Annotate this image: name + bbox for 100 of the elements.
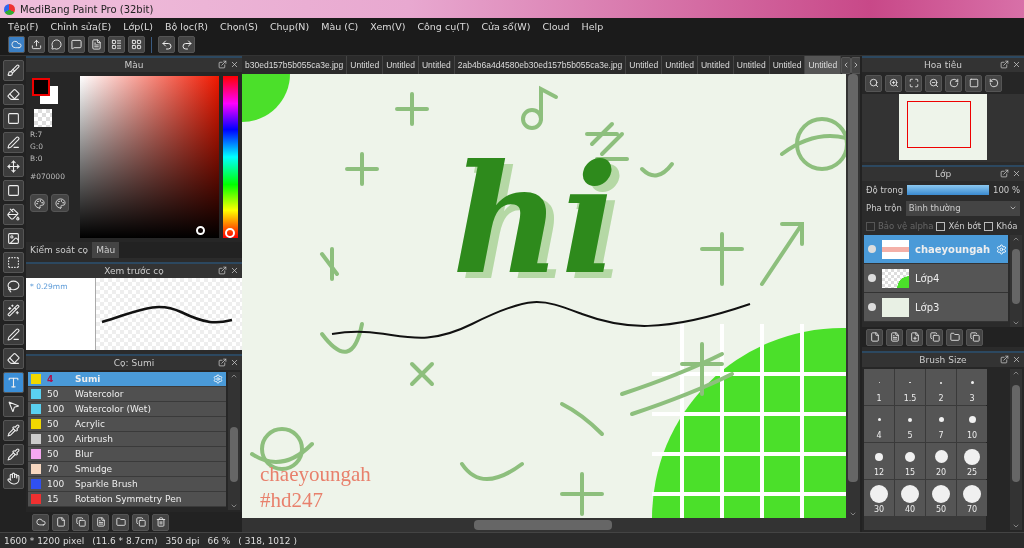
close-icon[interactable] <box>1012 60 1021 69</box>
foreground-swatch[interactable] <box>32 78 50 96</box>
menu-item[interactable]: Chỉnh sửa(E) <box>44 20 118 32</box>
scrollbar[interactable] <box>1010 369 1022 530</box>
brush-tool[interactable] <box>2 60 24 81</box>
brush-size-option[interactable]: 25 <box>957 443 987 479</box>
brush-row[interactable]: 100 Airbrush <box>28 432 226 447</box>
rotate-left-button[interactable] <box>985 74 1002 92</box>
horizontal-scrollbar[interactable] <box>242 518 860 532</box>
menu-item[interactable]: Công cụ(T) <box>411 20 476 32</box>
transparent-swatch[interactable] <box>34 109 52 127</box>
folder-button[interactable] <box>112 513 129 531</box>
hand-tool[interactable] <box>2 468 24 489</box>
navigator-preview[interactable] <box>899 94 987 160</box>
add-layer-button[interactable] <box>906 328 923 346</box>
rotate-right-button[interactable] <box>945 74 962 92</box>
undock-icon[interactable] <box>218 60 227 69</box>
menu-item[interactable]: Chụp(N) <box>263 20 316 32</box>
duplicate-button[interactable] <box>72 513 89 531</box>
brush-row[interactable]: 50 Blur <box>28 447 226 462</box>
zoom-out-button[interactable] <box>925 74 942 92</box>
visibility-icon[interactable] <box>868 303 876 311</box>
folder-button[interactable] <box>946 328 963 346</box>
menu-item[interactable]: Xem(V) <box>364 20 412 32</box>
brush-size-option[interactable]: 2 <box>926 369 956 405</box>
eraser-tool[interactable] <box>2 348 24 369</box>
undock-icon[interactable] <box>1000 60 1009 69</box>
actual-size-button[interactable] <box>965 74 982 92</box>
duplicate-layer-button[interactable] <box>926 328 943 346</box>
brush-size-option[interactable]: 3 <box>957 369 987 405</box>
brush-size-option[interactable]: 20 <box>926 443 956 479</box>
copy-button[interactable] <box>966 328 983 346</box>
copy-button[interactable] <box>132 513 149 531</box>
document-tab[interactable]: Untitled <box>419 56 455 74</box>
speech-bubble-button[interactable] <box>48 36 65 53</box>
close-icon[interactable] <box>230 266 239 275</box>
scroll-left-button[interactable] <box>841 56 852 74</box>
document-tab[interactable]: b30ed157b5b055ca3e.jpg <box>242 56 348 74</box>
pen-tool[interactable] <box>2 132 24 153</box>
wand-tool[interactable] <box>2 300 24 321</box>
close-icon[interactable] <box>1012 355 1021 364</box>
document-button[interactable] <box>92 513 109 531</box>
move-tool[interactable] <box>2 156 24 177</box>
panel-tab[interactable]: Kiểm soát cọ <box>26 242 93 258</box>
brush-size-option[interactable]: 12 <box>864 443 894 479</box>
brush-size-option[interactable]: 30 <box>864 480 894 516</box>
menu-item[interactable]: Help <box>575 20 610 32</box>
layer-row[interactable]: Lớp4 <box>864 264 1008 293</box>
pointer-tool[interactable] <box>2 396 24 417</box>
zoom-in-button[interactable] <box>885 74 902 92</box>
palette-settings-button[interactable] <box>51 194 69 212</box>
menu-item[interactable]: Lớp(L) <box>117 20 159 32</box>
document-tab[interactable]: Untitled <box>805 56 842 74</box>
scrollbar[interactable] <box>1010 235 1022 327</box>
dropper-tool[interactable] <box>2 444 24 465</box>
text-layer-button[interactable] <box>886 328 903 346</box>
scrollbar[interactable] <box>846 74 860 518</box>
list-button[interactable] <box>108 36 125 53</box>
document-tab[interactable]: Untitled <box>662 56 698 74</box>
cloud-button[interactable] <box>8 36 25 53</box>
scrollbar[interactable] <box>228 372 240 510</box>
brush-size-option[interactable]: 40 <box>895 480 925 516</box>
menu-item[interactable]: Chọn(S) <box>214 20 264 32</box>
close-icon[interactable] <box>230 358 239 367</box>
drawing-canvas[interactable]: hi chaeyoungah #hd247 <box>242 74 846 518</box>
undock-icon[interactable] <box>1000 355 1009 364</box>
undo-button[interactable] <box>158 36 175 53</box>
brush-row[interactable]: 100 Sparkle Brush <box>28 477 226 492</box>
brush-row[interactable]: 100 Watercolor (Wet) <box>28 402 226 417</box>
pen-tool[interactable] <box>2 324 24 345</box>
brush-size-option[interactable]: 15 <box>895 443 925 479</box>
document-tab[interactable]: Untitled <box>698 56 734 74</box>
opacity-slider[interactable] <box>907 185 989 195</box>
close-icon[interactable] <box>1012 169 1021 178</box>
document-tab[interactable]: Untitled <box>347 56 384 74</box>
grid-button[interactable] <box>128 36 145 53</box>
visibility-icon[interactable] <box>868 274 876 282</box>
rectangle-tool[interactable] <box>2 108 24 129</box>
undock-icon[interactable] <box>218 358 227 367</box>
upload-button[interactable] <box>28 36 45 53</box>
brush-row[interactable]: 15 Rotation Symmetry Pen <box>28 492 226 507</box>
brush-size-option[interactable]: 7 <box>926 406 956 442</box>
brush-size-option[interactable]: 4 <box>864 406 894 442</box>
lasso-tool[interactable] <box>2 276 24 297</box>
new-layer-button[interactable] <box>866 328 883 346</box>
hue-slider[interactable] <box>223 76 238 238</box>
checkbox[interactable] <box>936 221 946 231</box>
message-button[interactable] <box>68 36 85 53</box>
brush-size-option[interactable]: 70 <box>957 480 987 516</box>
menu-item[interactable]: Màu (C) <box>315 20 365 32</box>
background-swatch[interactable] <box>40 86 58 104</box>
brush-row[interactable]: 50 Acrylic <box>28 417 226 432</box>
fit-button[interactable] <box>905 74 922 92</box>
brush-size-option[interactable]: 5 <box>895 406 925 442</box>
text-tool[interactable] <box>2 372 24 393</box>
dashed-square-tool[interactable] <box>2 252 24 273</box>
zoom-reset-button[interactable] <box>865 74 882 92</box>
checkbox[interactable] <box>984 221 994 231</box>
new-file-button[interactable] <box>52 513 69 531</box>
bucket-tool[interactable] <box>2 204 24 225</box>
